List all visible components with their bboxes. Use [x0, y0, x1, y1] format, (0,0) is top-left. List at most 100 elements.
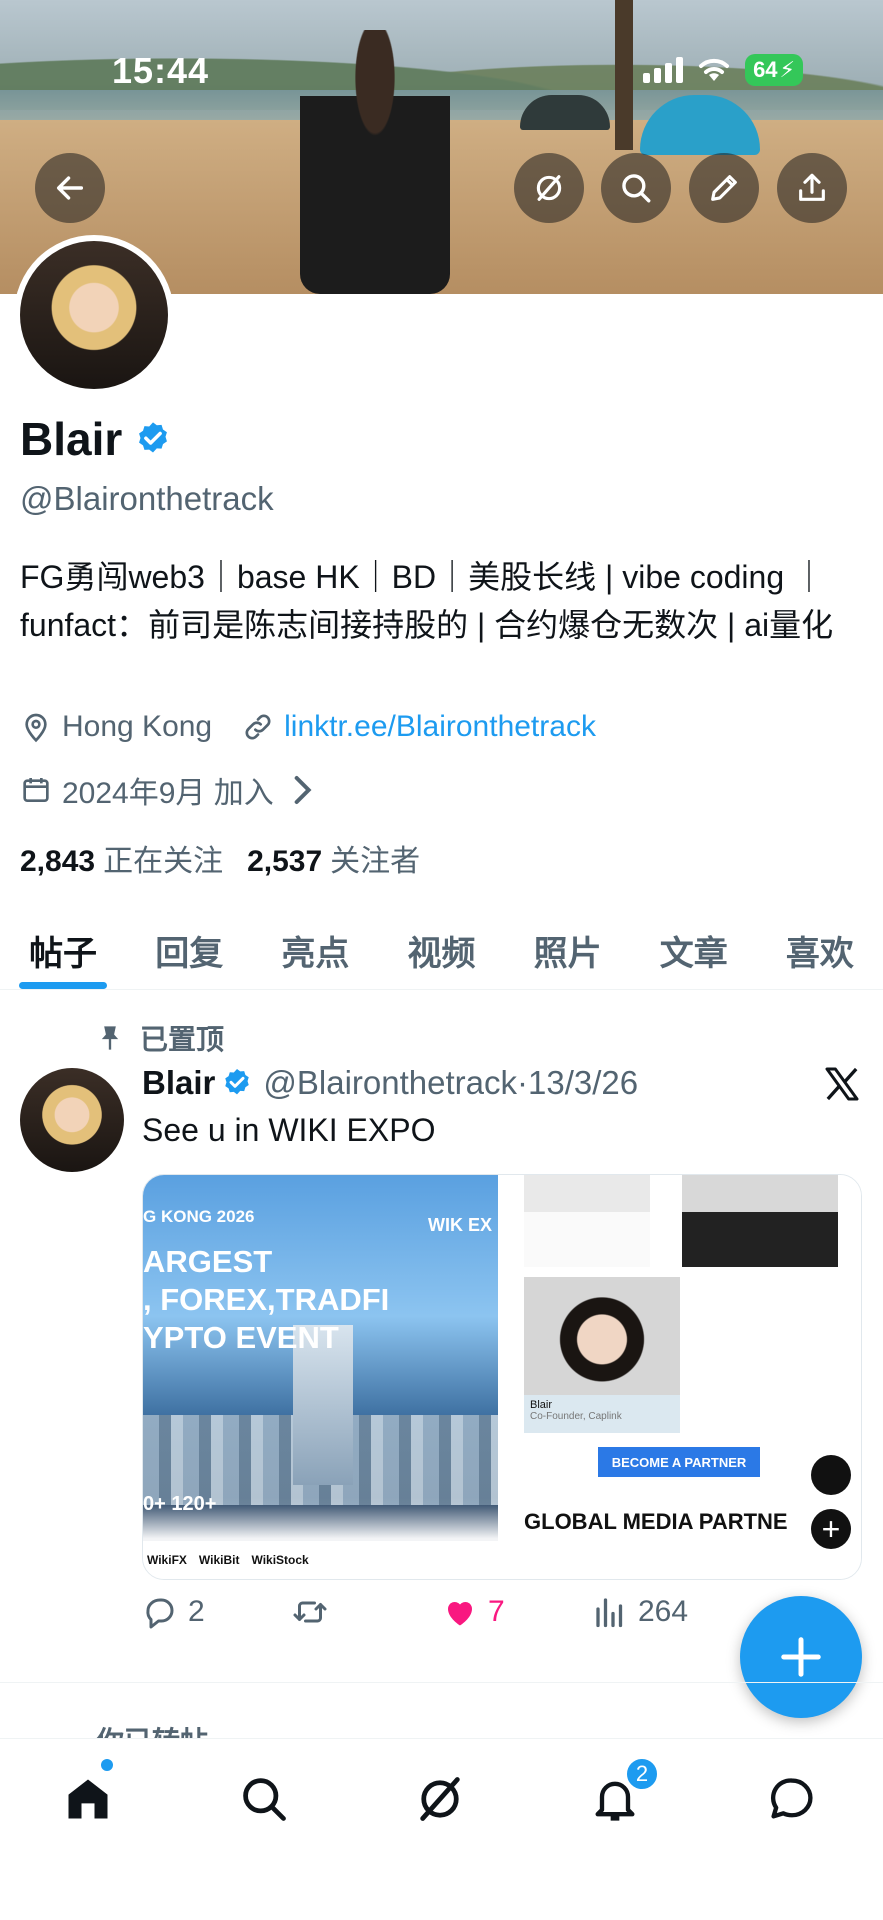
home-new-dot — [101, 1759, 113, 1771]
become-partner-banner: BECOME A PARTNER — [598, 1447, 761, 1477]
location-text: Hong Kong — [62, 710, 213, 743]
status-bar: 15:44 64 ⚡ — [0, 0, 883, 140]
following-count: 2,843 — [20, 845, 96, 878]
post-author-name[interactable]: Blair — [142, 1064, 215, 1102]
following-label: 正在关注 — [103, 845, 224, 878]
x-logo-icon[interactable] — [822, 1064, 862, 1104]
media-image-speakers[interactable]: Blair Co-Founder, Caplink BECOME A PARTN… — [498, 1175, 861, 1579]
profile-name: Blair — [20, 413, 123, 465]
grok-icon — [420, 1777, 460, 1821]
post-author-avatar[interactable] — [20, 1068, 124, 1172]
followers-count: 2,537 — [247, 845, 323, 878]
pinned-indicator: 已置顶 — [96, 1018, 224, 1058]
pin-icon — [101, 1026, 119, 1050]
messages-icon — [770, 1778, 813, 1819]
heart-filled-icon — [447, 1601, 473, 1626]
sponsor-wikibit: WikiBit — [198, 1553, 240, 1567]
speaker-title: Co-Founder, Caplink — [530, 1411, 622, 1422]
back-arrow-icon — [56, 176, 84, 200]
followers-link[interactable]: 2,537 关注者 — [247, 836, 420, 880]
calendar-icon — [23, 778, 49, 802]
nav-home[interactable] — [58, 1769, 118, 1829]
search-button[interactable] — [601, 153, 671, 223]
expo-headline: ARGEST , FOREX,TRADFI YPTO EVENT — [143, 1243, 389, 1357]
grok-analyze-icon[interactable] — [811, 1455, 851, 1495]
notification-badge: 2 — [625, 1757, 659, 1791]
share-button[interactable] — [777, 153, 847, 223]
sponsor-wikistock: WikiStock — [251, 1553, 309, 1567]
search-icon — [243, 1778, 286, 1821]
profile-name-row: Blair — [20, 412, 172, 466]
following-link[interactable]: 2,843 正在关注 — [20, 836, 223, 880]
back-button[interactable] — [35, 153, 105, 223]
views-chart-icon — [596, 1598, 623, 1628]
expo-headline-line-2: , FOREX,TRADFI — [143, 1282, 390, 1317]
views-button[interactable]: 264 — [592, 1594, 742, 1630]
bottom-navigation: 2 — [0, 1738, 883, 1920]
profile-avatar[interactable] — [14, 235, 174, 395]
plus-icon — [781, 1637, 821, 1677]
avatar-image — [20, 241, 168, 389]
profile-tabs: 帖子 回复 亮点 视频 照片 文章 喜欢 — [0, 912, 883, 990]
speaker-caption: Blair Co-Founder, Caplink — [524, 1395, 681, 1433]
repost-button[interactable] — [292, 1594, 442, 1630]
post-author-handle: @Blaironthetrack — [263, 1064, 517, 1101]
nav-search[interactable] — [234, 1769, 294, 1829]
wifi-icon — [699, 58, 730, 81]
share-icon — [799, 173, 825, 201]
views-count: 264 — [638, 1595, 689, 1628]
verified-badge-icon — [225, 1069, 250, 1095]
status-time: 15:44 — [112, 50, 210, 91]
charging-bolt-icon: ⚡ — [779, 57, 795, 82]
reposted-indicator: 你已转帖 — [96, 1720, 208, 1740]
compose-post-button[interactable] — [740, 1596, 862, 1718]
post-divider — [0, 1682, 883, 1683]
link-icon — [245, 714, 271, 740]
post-separator-dot: · — [516, 1064, 528, 1101]
speaker-name: Blair — [530, 1399, 553, 1411]
joined-date[interactable]: 2024年9月 加入 — [20, 768, 328, 812]
grok-icon — [536, 175, 562, 201]
nav-grok[interactable] — [410, 1769, 470, 1829]
tab-highlights[interactable]: 亮点 — [252, 912, 378, 989]
profile-meta: Hong Kong linktr.ee/Blaironthetrack — [20, 710, 626, 744]
post-header: Blair @Blaironthetrack · 13/3/26 — [142, 1064, 638, 1102]
repost-icon — [293, 1601, 327, 1623]
expo-headline-line-3: YPTO EVENT — [143, 1320, 339, 1355]
battery-indicator: 64 ⚡ — [745, 54, 803, 86]
profile-handle: @Blaironthetrack — [20, 480, 274, 517]
like-button[interactable]: 7 — [442, 1594, 592, 1630]
battery-level: 64 — [753, 57, 778, 82]
tab-posts[interactable]: 帖子 — [0, 912, 126, 989]
tab-photos[interactable]: 照片 — [505, 912, 631, 989]
profile-bio: FG勇闯web3｜base HK｜BD｜美股长线 | vibe coding ｜… — [20, 559, 834, 643]
tab-videos[interactable]: 视频 — [378, 912, 504, 989]
like-count: 7 — [488, 1595, 505, 1628]
status-icons: 64 ⚡ — [643, 54, 803, 86]
grok-button[interactable] — [514, 153, 584, 223]
tab-articles[interactable]: 文章 — [631, 912, 757, 989]
website-link[interactable]: linktr.ee/Blaironthetrack — [284, 710, 596, 744]
expo-sponsors: WikiFX WikiBit WikiStock — [143, 1541, 499, 1579]
post-date[interactable]: 13/3/26 — [528, 1064, 638, 1102]
tab-likes[interactable]: 喜欢 — [757, 912, 883, 989]
verified-badge-icon[interactable] — [134, 420, 172, 458]
post-media[interactable]: G KONG 2026 ARGEST , FOREX,TRADFI YPTO E… — [142, 1174, 862, 1580]
location-pin-icon — [25, 713, 47, 743]
search-icon — [622, 174, 651, 203]
edit-button[interactable] — [689, 153, 759, 223]
edit-pencil-icon — [711, 175, 737, 201]
reply-button[interactable]: 2 — [142, 1594, 292, 1630]
global-media-partners-title: GLOBAL MEDIA PARTNE — [524, 1509, 788, 1534]
media-image-expo[interactable]: G KONG 2026 ARGEST , FOREX,TRADFI YPTO E… — [143, 1175, 499, 1579]
pinned-label: 已置顶 — [140, 1024, 225, 1055]
tab-replies[interactable]: 回复 — [126, 912, 252, 989]
expo-headline-line-1: ARGEST — [143, 1244, 273, 1279]
reply-count: 2 — [188, 1595, 205, 1628]
nav-messages[interactable] — [762, 1769, 822, 1829]
location-item: Hong Kong — [20, 710, 212, 744]
sponsor-wikifx: WikiFX — [147, 1553, 187, 1567]
expo-stats: 0+ 120+ — [143, 1493, 217, 1515]
add-icon[interactable]: + — [811, 1509, 851, 1549]
website-item[interactable]: linktr.ee/Blaironthetrack — [242, 710, 596, 744]
